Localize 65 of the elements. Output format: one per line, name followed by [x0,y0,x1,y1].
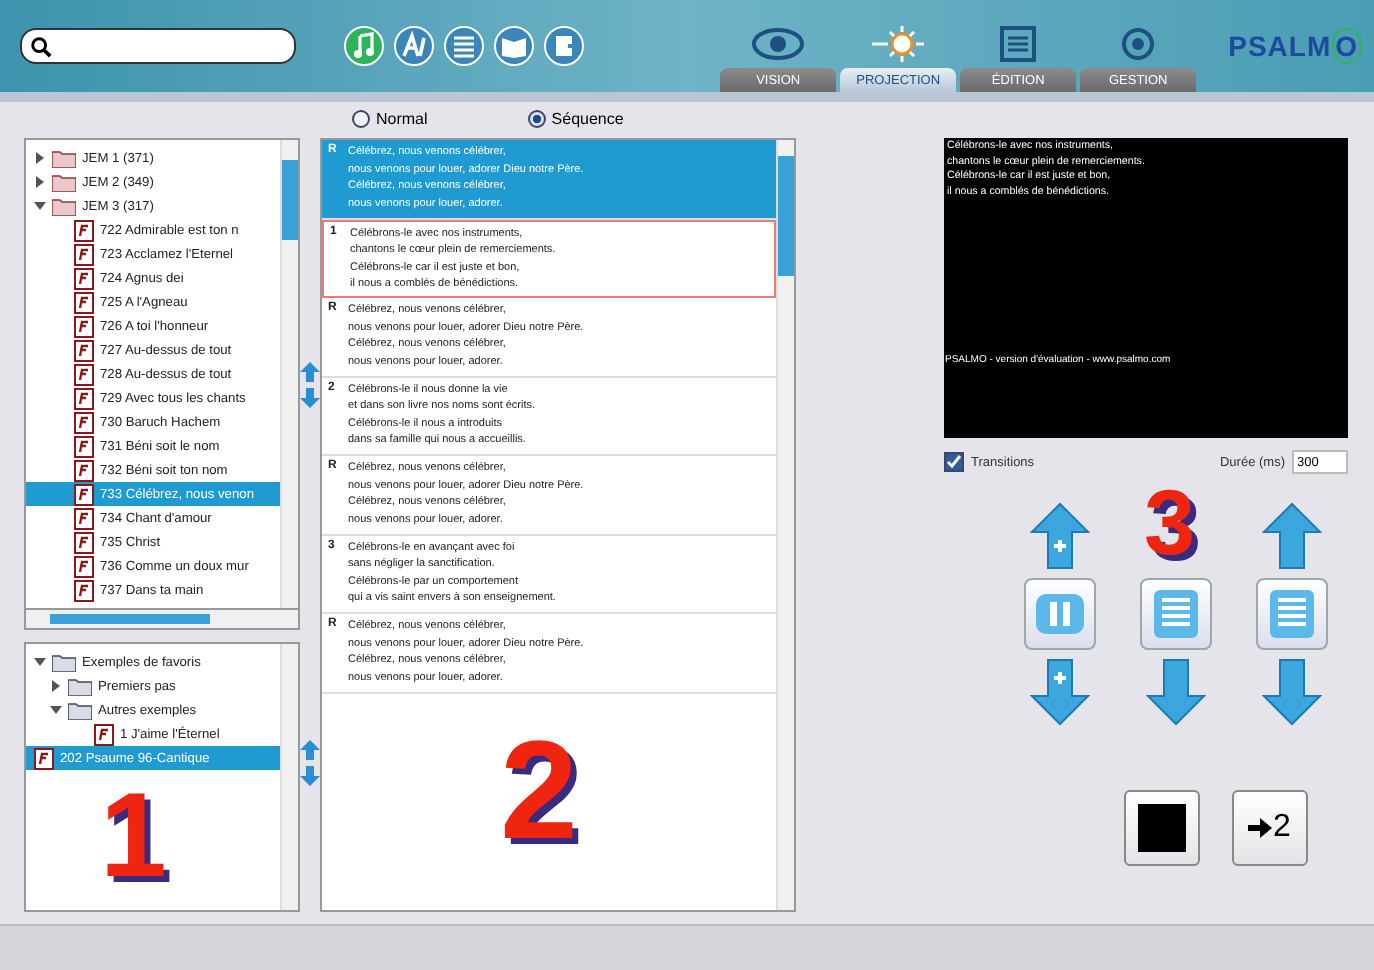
arrow-right-icon [1247,818,1272,838]
eye-icon [748,24,809,64]
collapse-arrow-icon[interactable] [50,704,62,716]
next-plus-icon[interactable] [1029,658,1089,726]
down-arrow-icon[interactable] [1261,658,1321,726]
search-icon [30,35,52,57]
song-icon [74,315,94,337]
song-icon [74,555,94,577]
song-icon [94,723,114,745]
pause-button[interactable] [1023,578,1095,650]
annotation-number: 2 [500,720,578,860]
expand-arrow-icon[interactable] [50,680,62,692]
song-icon [74,579,94,601]
song-icon [74,387,94,409]
song-icon [74,267,94,289]
song-icon [74,339,94,361]
collapse-arrow-icon[interactable] [34,200,46,212]
song-icon [74,483,94,505]
verse-list-button[interactable] [1139,578,1211,650]
list-icon[interactable] [444,26,484,66]
second-screen-button[interactable]: 2 [1231,790,1307,866]
song-icon [74,531,94,553]
blank-screen-button[interactable] [1123,790,1199,866]
radio-option[interactable]: Normal [352,110,428,128]
song-icon [74,459,94,481]
pause-icon [1033,588,1085,640]
check-icon [945,454,961,470]
folder-icon [52,196,76,216]
scrollbar[interactable] [24,610,300,630]
square-icon [1137,804,1185,852]
song-icon [74,363,94,385]
expand-arrow-icon[interactable] [34,176,46,188]
song-icon [74,243,94,265]
expand-arrow-icon[interactable] [34,152,46,164]
folder-icon [68,676,92,696]
folder-icon [68,700,92,720]
logo: PSALM O [1228,30,1362,62]
sun-icon [868,24,929,64]
song-icon [74,435,94,457]
up-arrow-icon[interactable] [1261,502,1321,570]
folder-icon [52,172,76,192]
song-icon [34,747,54,769]
down-arrow-icon[interactable] [1145,658,1205,726]
text-icon[interactable] [394,26,434,66]
song-list-button[interactable] [1255,578,1327,650]
previous-plus-icon[interactable] [1029,502,1089,570]
book-icon[interactable] [494,26,534,66]
list-icon [1149,588,1201,640]
move-down-icon[interactable] [300,388,320,408]
song-icon [74,507,94,529]
move-up-icon[interactable] [300,740,320,760]
list-icon [1265,588,1317,640]
song-icon [74,291,94,313]
search-field[interactable] [20,28,296,64]
folder-icon [52,652,76,672]
music-icon[interactable] [344,26,384,66]
song-icon [74,411,94,433]
annotation-number: 3 [1144,476,1196,568]
move-down-icon[interactable] [300,766,320,786]
move-up-icon[interactable] [300,362,320,382]
annotation-number: 1 [100,776,167,896]
collapse-arrow-icon[interactable] [34,656,46,668]
folder-icon [52,148,76,168]
song-icon [74,219,94,241]
radio-option[interactable]: Séquence [527,110,624,128]
